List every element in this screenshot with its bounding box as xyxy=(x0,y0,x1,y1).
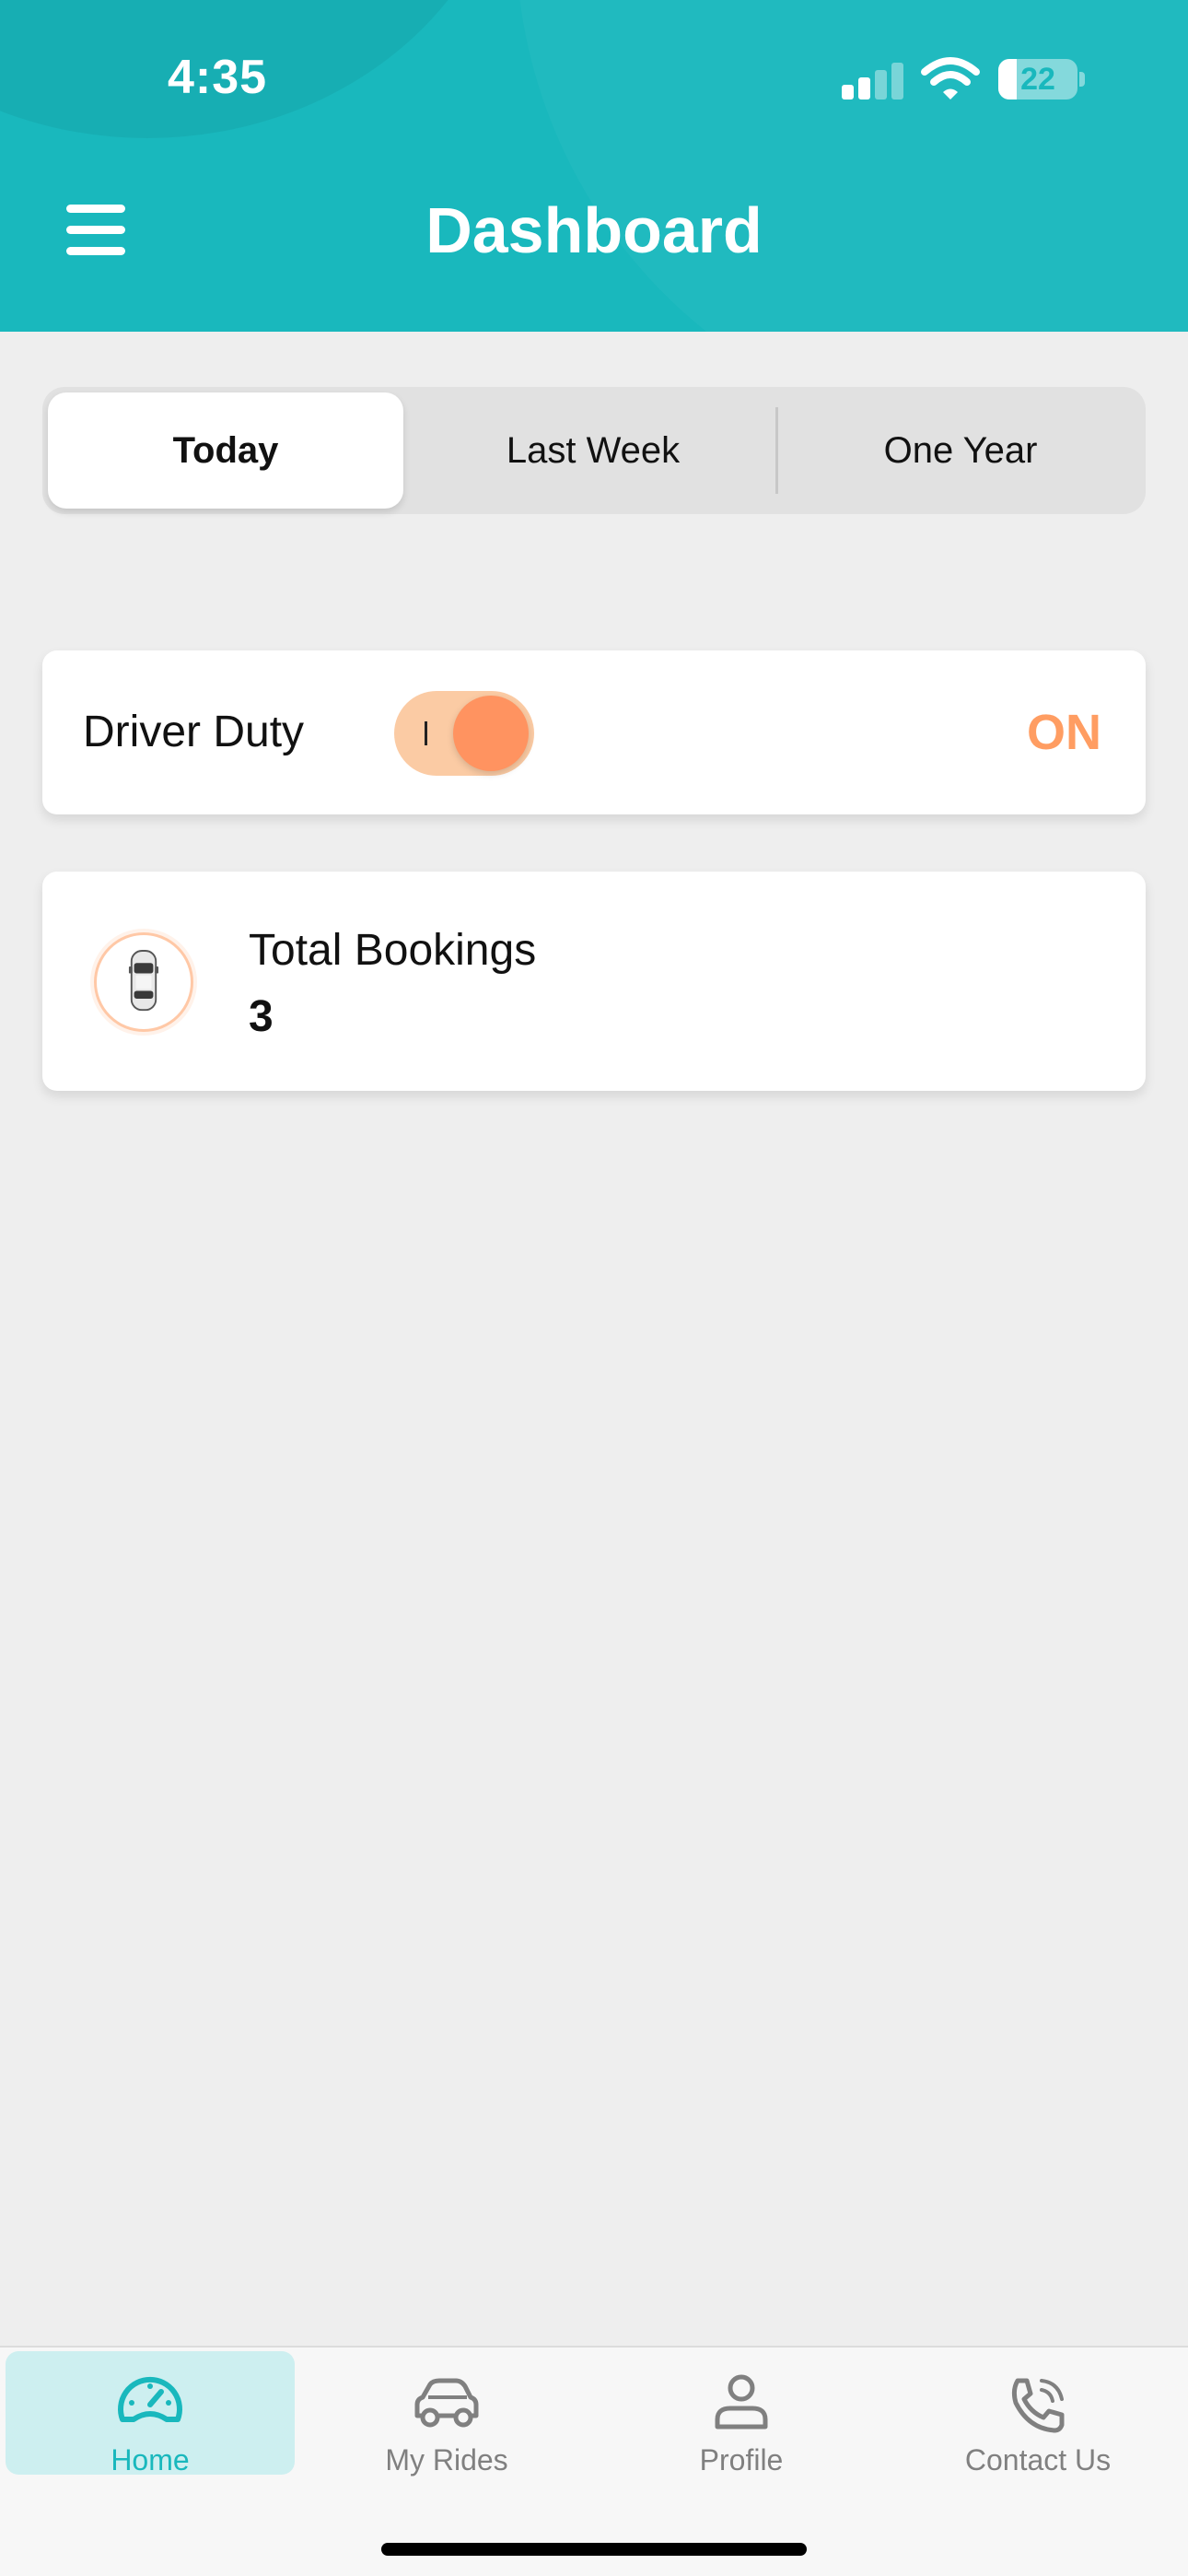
driver-duty-card: Driver Duty ON xyxy=(42,650,1146,814)
nav-profile[interactable]: Profile xyxy=(597,2351,886,2476)
car-icon xyxy=(94,932,193,1032)
driver-duty-toggle[interactable] xyxy=(394,691,534,776)
segment-one-year[interactable]: One Year xyxy=(779,392,1142,509)
nav-profile-label: Profile xyxy=(699,2443,784,2476)
bottom-navigation: Home My Rides Profile Contact Us xyxy=(0,2346,1188,2576)
wifi-icon xyxy=(921,57,980,100)
duty-status: ON xyxy=(1027,705,1101,760)
segment-last-week[interactable]: Last Week xyxy=(411,392,775,509)
status-time: 4:35 xyxy=(168,51,268,104)
speedometer-icon xyxy=(118,2376,182,2422)
period-segmented-control: Today Last Week One Year xyxy=(42,387,1146,514)
toggle-on-indicator xyxy=(425,721,427,745)
cellular-signal-icon xyxy=(842,63,906,100)
total-bookings-count: 3 xyxy=(249,992,274,1041)
driver-duty-label: Driver Duty xyxy=(83,708,305,756)
nav-contact-us[interactable]: Contact Us xyxy=(893,2351,1182,2476)
toggle-knob xyxy=(453,696,529,771)
user-icon xyxy=(715,2374,768,2430)
nav-contact-us-label: Contact Us xyxy=(964,2443,1112,2476)
nav-home-label: Home xyxy=(111,2443,190,2476)
battery-icon: 22 xyxy=(998,59,1077,100)
total-bookings-label: Total Bookings xyxy=(249,926,537,975)
segment-today[interactable]: Today xyxy=(48,392,403,509)
battery-level: 22 xyxy=(1020,62,1055,97)
car-icon xyxy=(414,2378,479,2428)
segment-divider xyxy=(775,407,778,494)
nav-home[interactable]: Home xyxy=(6,2351,295,2476)
total-bookings-card[interactable]: Total Bookings 3 xyxy=(42,872,1146,1091)
nav-my-rides-label: My Rides xyxy=(385,2443,508,2476)
home-indicator xyxy=(381,2543,807,2556)
phone-call-icon xyxy=(1011,2378,1065,2433)
header-decoration xyxy=(516,0,1188,332)
page-title: Dashboard xyxy=(425,194,763,266)
nav-my-rides[interactable]: My Rides xyxy=(302,2351,591,2476)
app-header: 4:35 22 Dashboard xyxy=(0,0,1188,332)
battery-tip xyxy=(1079,72,1085,87)
